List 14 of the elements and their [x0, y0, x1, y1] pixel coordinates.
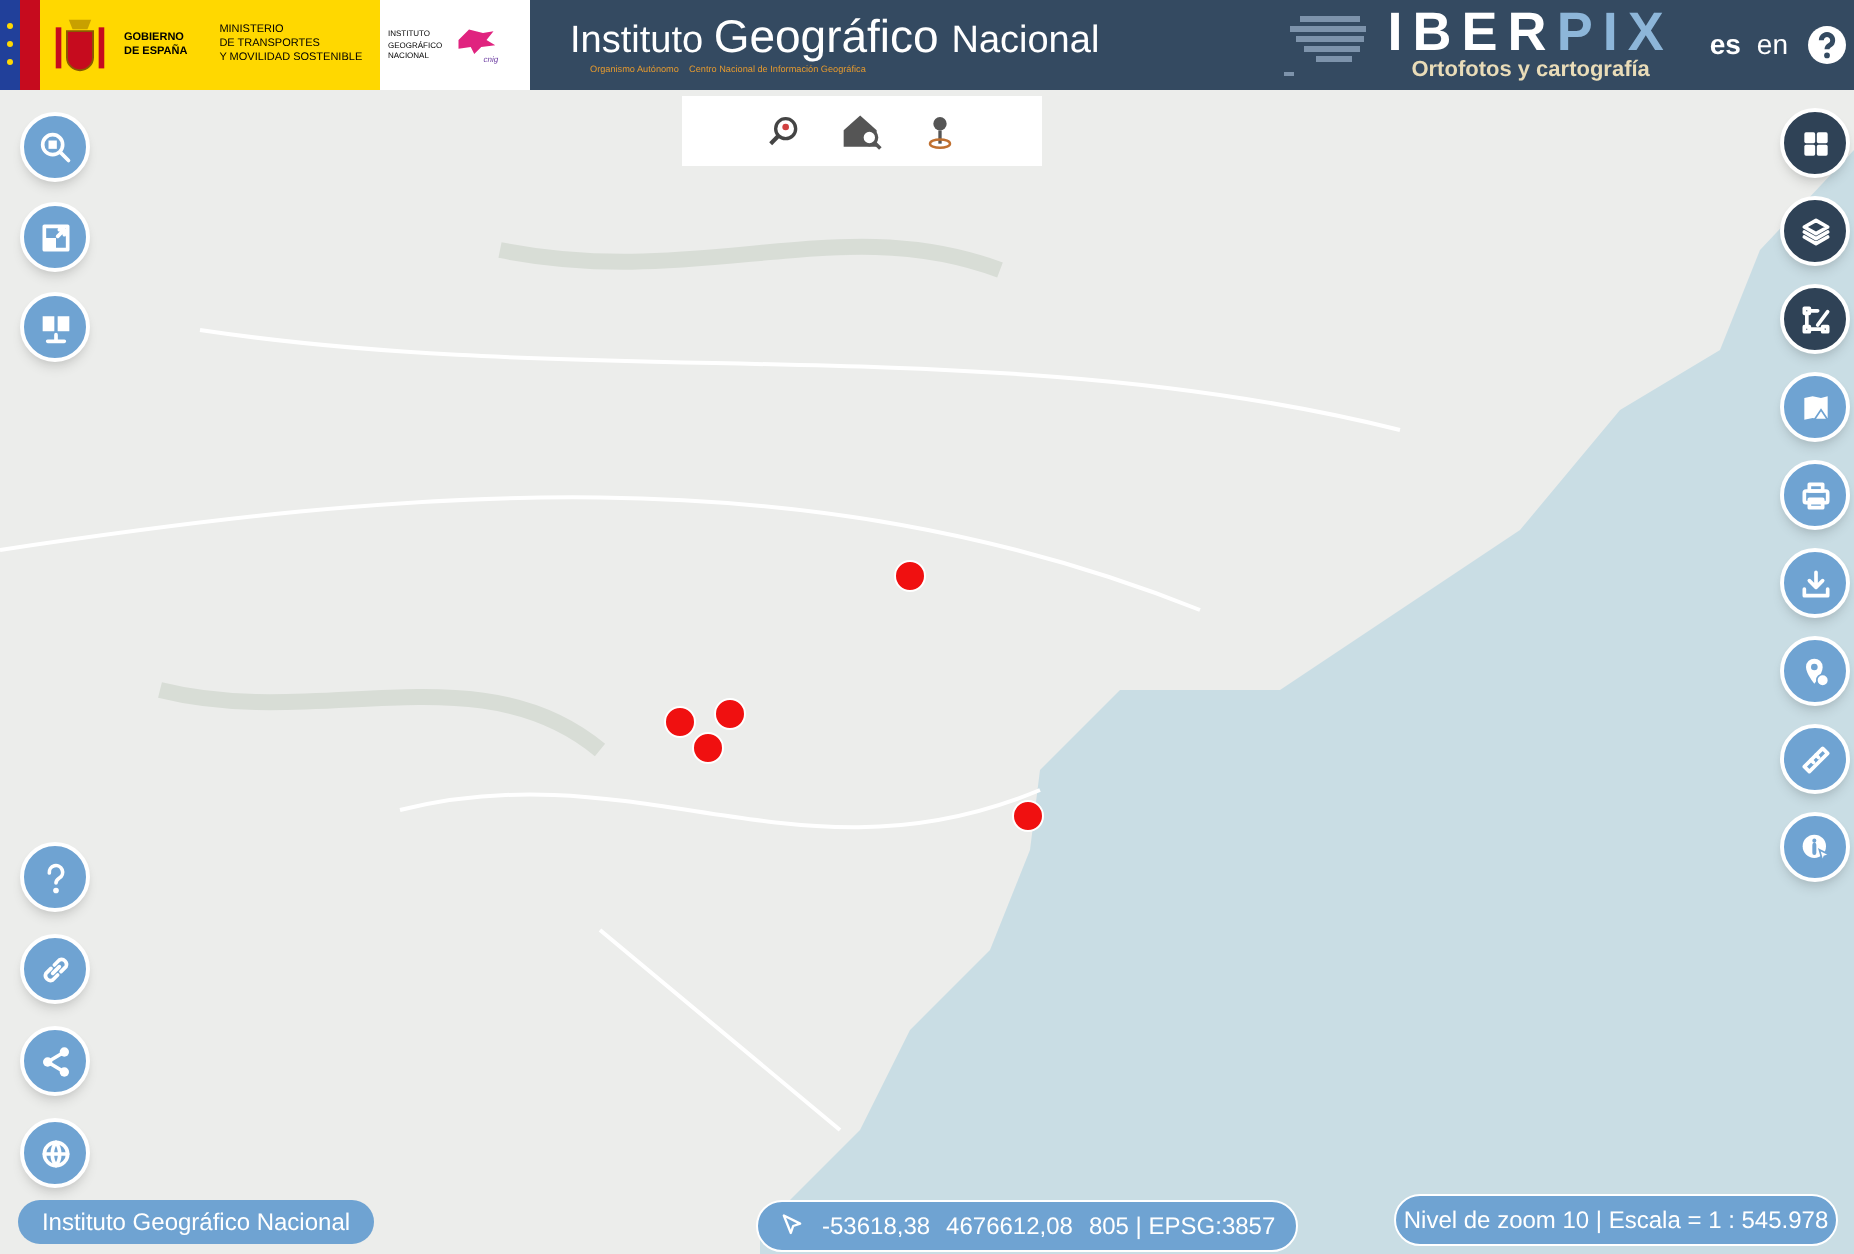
y-coordinate: 4676612,08 — [946, 1210, 1073, 1244]
attribution-label: Instituto Geográfico Nacional — [18, 1200, 374, 1244]
help-icon[interactable] — [1808, 26, 1846, 64]
language-link[interactable]: es — [1709, 24, 1741, 66]
zoom-in-icon — [35, 127, 75, 167]
app-tagline: Ortofotos y cartografía — [1411, 58, 1650, 84]
institute-title: Instituto Geográfico Nacional — [570, 14, 1102, 64]
splash-logo-icon — [454, 26, 499, 54]
language-link[interactable]: en — [1756, 24, 1788, 66]
zoom-scale-label: Nivel de zoom 10 | Escala = 1 : 545.978 — [1394, 1194, 1838, 1246]
app-name: IBER PIX — [1387, 6, 1674, 58]
x-coordinate: -53618,38 — [822, 1210, 931, 1244]
cursor-icon — [778, 1212, 806, 1240]
elevation-epsg: 805 | EPSG:3857 — [1088, 1210, 1276, 1244]
